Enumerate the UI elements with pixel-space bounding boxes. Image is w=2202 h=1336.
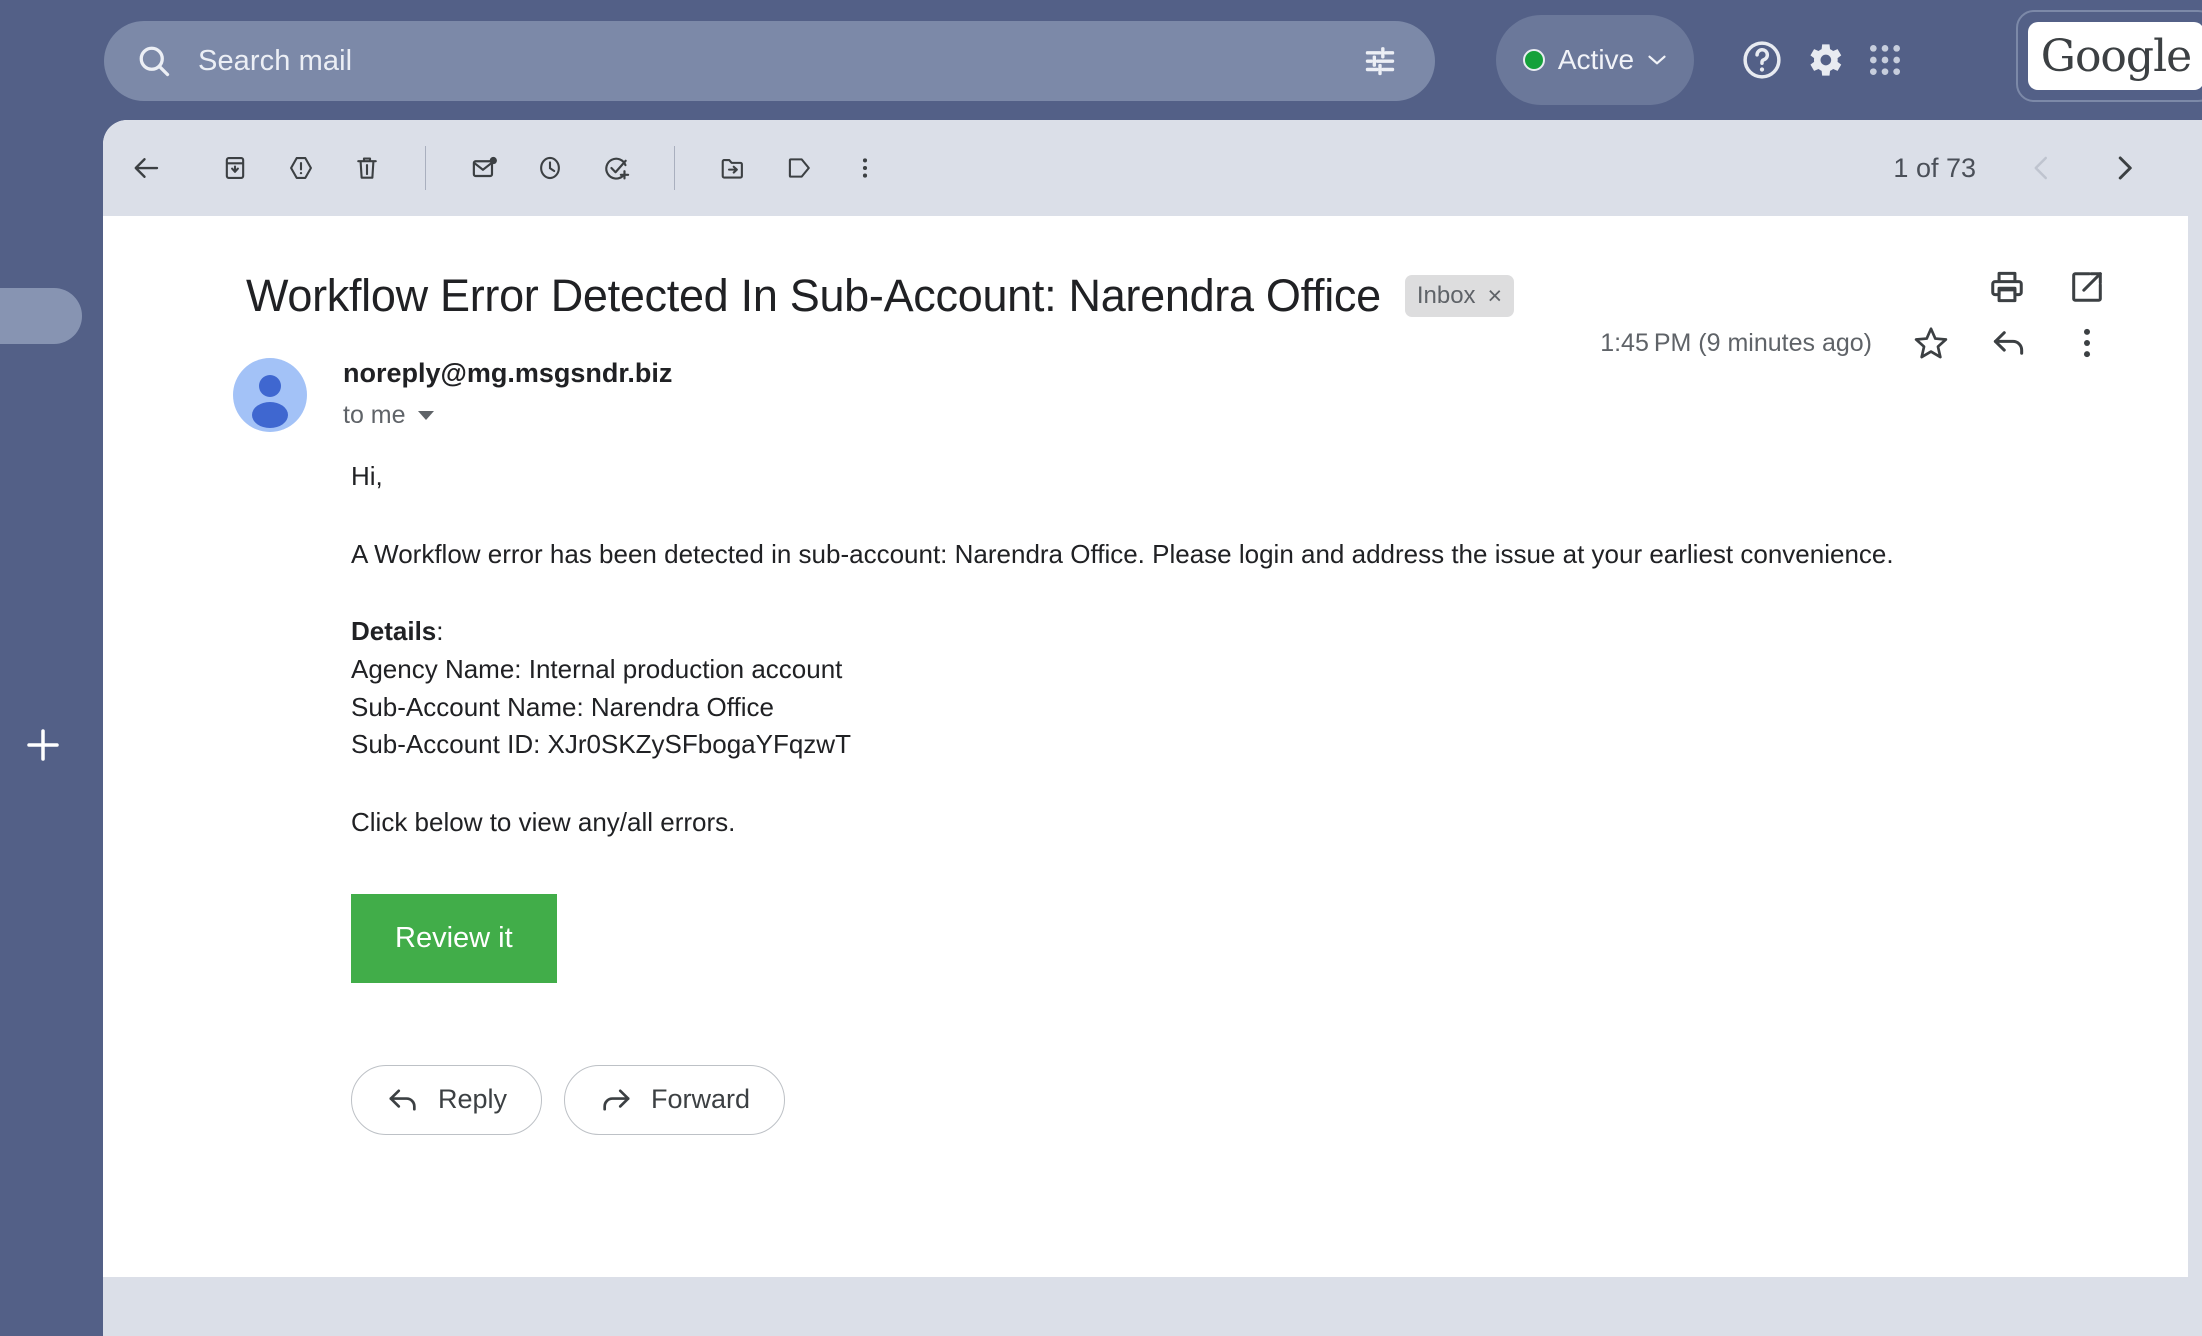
star-icon[interactable] — [1912, 324, 1950, 362]
mail-panel: 1 of 73 Workflow Error Detected In Sub-A… — [103, 120, 2202, 1336]
details-heading-label: Details — [351, 616, 437, 647]
message-header-actions — [1988, 268, 2106, 306]
email-content: Hi, A Workflow error has been detected i… — [103, 432, 2202, 1135]
back-button[interactable] — [125, 146, 169, 190]
status-dot-icon — [1522, 49, 1545, 71]
intro-text: A Workflow error has been detected in su… — [351, 538, 1894, 569]
search-input[interactable]: Search mail — [198, 45, 352, 78]
prev-message-button[interactable] — [2020, 146, 2064, 190]
detail-line: Sub-Account ID: XJr0SKZySFbogaYFqzwT — [351, 729, 851, 760]
plus-icon[interactable] — [22, 724, 64, 766]
label-chip-text: Inbox — [1416, 282, 1476, 309]
status-label: Active — [1557, 44, 1635, 75]
reply-arrow-icon — [389, 1089, 416, 1111]
help-circle-icon[interactable] — [1740, 38, 1784, 82]
details-heading-colon: : — [436, 616, 444, 647]
chevron-down-icon — [1648, 55, 1666, 65]
account-card[interactable]: Google — [2016, 10, 2202, 102]
detail-line: Agency Name: Internal production account — [351, 654, 843, 685]
google-logo: Google — [2028, 22, 2202, 90]
move-to-button[interactable] — [711, 146, 755, 190]
sender-email[interactable]: noreply@mg.msgsndr.biz — [343, 358, 672, 389]
google-wordmark: Google — [2040, 30, 2192, 82]
pager: 1 of 73 — [1893, 120, 2202, 216]
forward-arrow-icon — [603, 1089, 630, 1111]
reply-arrow-icon[interactable] — [1990, 324, 2028, 362]
review-it-button[interactable]: Review it — [351, 893, 557, 983]
detail-line: Sub-Account Name: Narendra Office — [351, 691, 774, 722]
footer-actions: Reply Forward — [351, 1064, 2202, 1135]
details-heading: Details: — [351, 613, 2202, 651]
status-pill[interactable]: Active — [1496, 15, 1694, 105]
next-message-button[interactable] — [2102, 146, 2146, 190]
recipient-label: to me — [343, 401, 406, 429]
report-spam-button[interactable] — [279, 146, 323, 190]
apps-grid-icon[interactable] — [1865, 40, 1905, 80]
more-vertical-icon[interactable] — [2068, 324, 2106, 362]
tune-icon[interactable] — [1363, 44, 1397, 78]
more-options-button[interactable] — [843, 146, 887, 190]
print-icon[interactable] — [1988, 268, 2026, 306]
top-app-bar: Search mail Active Google — [0, 0, 2202, 120]
labels-button[interactable] — [777, 146, 821, 190]
avatar[interactable] — [233, 358, 307, 432]
rail-tab-handle[interactable] — [0, 288, 82, 344]
greeting-text: Hi, — [351, 461, 383, 491]
label-chip-inbox[interactable]: Inbox × — [1404, 275, 1515, 317]
delete-button[interactable] — [345, 146, 389, 190]
chevron-down-icon[interactable] — [417, 411, 434, 420]
page-title: Workflow Error Detected In Sub-Account: … — [246, 270, 1381, 321]
panel-right-edge — [2188, 120, 2202, 1277]
recipient-row[interactable]: to me — [343, 401, 672, 430]
pager-count: 1 of 73 — [1893, 152, 1976, 183]
toolbar-divider — [674, 146, 675, 190]
snooze-button[interactable] — [528, 146, 572, 190]
message-timestamp: 1:45 PM (9 minutes ago) — [1600, 328, 1872, 357]
subject-row: Workflow Error Detected In Sub-Account: … — [103, 216, 2202, 322]
forward-button-label: Forward — [651, 1084, 751, 1115]
message-meta-actions: 1:45 PM (9 minutes ago) — [1600, 324, 2106, 362]
gear-icon[interactable] — [1802, 38, 1846, 82]
reply-button[interactable]: Reply — [351, 1064, 543, 1135]
add-to-tasks-button[interactable] — [594, 146, 638, 190]
message-view: Workflow Error Detected In Sub-Account: … — [103, 216, 2202, 1336]
archive-button[interactable] — [213, 146, 257, 190]
sender-row: noreply@mg.msgsndr.biz to me 1:45 PM (9 … — [103, 322, 2202, 432]
mark-unread-button[interactable] — [462, 146, 506, 190]
forward-button[interactable]: Forward — [564, 1064, 786, 1135]
message-toolbar: 1 of 73 — [103, 120, 2202, 216]
open-in-new-icon[interactable] — [2068, 268, 2106, 306]
search-bar[interactable]: Search mail — [104, 21, 1435, 101]
panel-bottom-strip — [103, 1277, 2202, 1336]
cta-intro-text: Click below to view any/all errors. — [351, 807, 736, 838]
reply-button-label: Reply — [438, 1084, 508, 1115]
toolbar-divider — [425, 146, 426, 190]
search-icon — [139, 46, 170, 77]
close-icon[interactable]: × — [1488, 283, 1503, 309]
